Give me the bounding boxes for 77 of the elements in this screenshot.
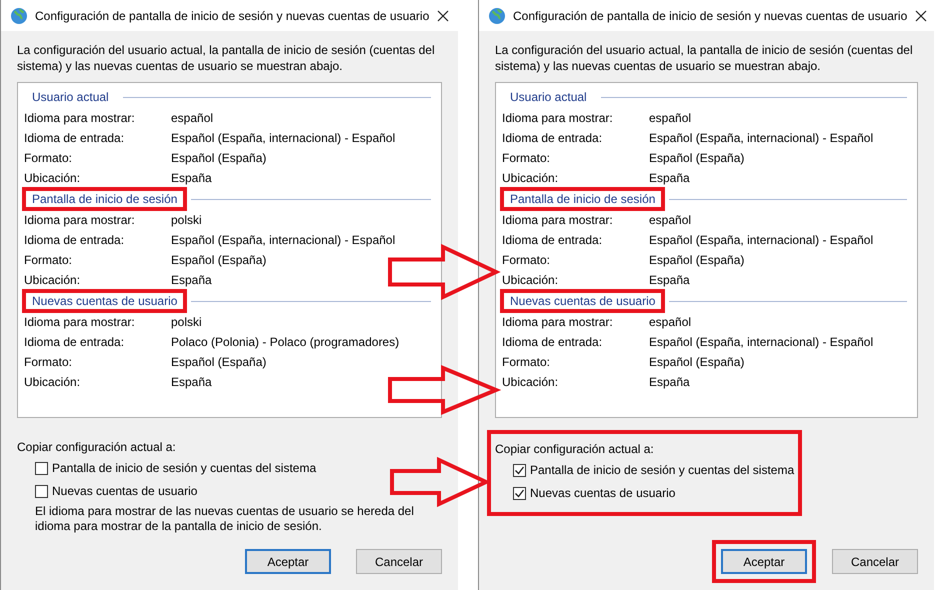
setting-value: español bbox=[649, 213, 692, 227]
checkbox[interactable] bbox=[513, 486, 526, 500]
setting-value: Español (España, internacional) - Español bbox=[649, 335, 874, 349]
setting-label: Idioma para mostrar: bbox=[24, 111, 136, 125]
setting-label: Idioma para mostrar: bbox=[502, 315, 614, 329]
setting-value: España bbox=[171, 375, 213, 389]
note-text: El idioma para mostrar de las nuevas cuentas de usuario se hereda del idioma para mostrar de la pantalla de inicio de sesión. bbox=[35, 504, 415, 534]
section-heading: Nuevas cuentas de usuario bbox=[500, 289, 666, 313]
setting-label: Idioma de entrada: bbox=[24, 335, 126, 349]
section-heading: Pantalla de inicio de sesión bbox=[22, 187, 188, 211]
setting-label: Idioma de entrada: bbox=[502, 335, 604, 349]
setting-label: Idioma para mostrar: bbox=[502, 111, 614, 125]
setting-value: España bbox=[649, 375, 691, 389]
checkbox[interactable] bbox=[513, 464, 526, 476]
setting-value: Español (España) bbox=[649, 151, 746, 165]
globe-icon bbox=[489, 8, 505, 24]
setting-value: Español (España) bbox=[171, 253, 268, 267]
section-heading: Usuario actual bbox=[509, 89, 588, 106]
window-title: Configuración de pantalla de inicio de sesión y nuevas cuentas de usuario bbox=[513, 8, 908, 22]
setting-label: Formato: bbox=[24, 151, 74, 165]
cancel-button[interactable]: Cancelar bbox=[832, 549, 918, 574]
section-heading: Usuario actual bbox=[31, 89, 110, 106]
setting-value: Polaco (Polonia) - Polaco (programadores) bbox=[171, 335, 400, 349]
section-heading: Nuevas cuentas de usuario bbox=[22, 289, 188, 313]
window-title: Configuración de pantalla de inicio de sesión y nuevas cuentas de usuario bbox=[35, 8, 430, 22]
setting-value: Español (España, internacional) - Español bbox=[649, 233, 874, 247]
checkbox[interactable] bbox=[35, 462, 48, 474]
accept-button[interactable]: Aceptar bbox=[245, 549, 331, 574]
setting-value: España bbox=[649, 273, 691, 287]
setting-value: español bbox=[649, 111, 692, 125]
setting-value: Español (España, internacional) - Español bbox=[649, 131, 874, 145]
checkbox-option[interactable]: Pantalla de inicio de sesión y cuentas del sistema bbox=[513, 461, 794, 479]
setting-label: Idioma para mostrar: bbox=[24, 213, 136, 227]
setting-label: Formato: bbox=[502, 355, 552, 369]
accept-button[interactable]: Aceptar bbox=[721, 549, 807, 574]
copy-label: Copiar configuración actual a: bbox=[17, 440, 177, 454]
cancel-button[interactable]: Cancelar bbox=[356, 549, 442, 574]
setting-label: Formato: bbox=[502, 151, 552, 165]
setting-label: Idioma para mostrar: bbox=[24, 315, 136, 329]
setting-value: polski bbox=[171, 315, 203, 329]
setting-value: Español (España) bbox=[649, 253, 746, 267]
setting-label: Idioma de entrada: bbox=[24, 233, 126, 247]
setting-value: español bbox=[171, 111, 214, 125]
checkbox-option[interactable]: Pantalla de inicio de sesión y cuentas del sistema bbox=[35, 459, 442, 477]
setting-value: España bbox=[171, 171, 213, 185]
copy-label: Copiar configuración actual a: bbox=[495, 442, 655, 456]
description-text: La configuración del usuario actual, la pantalla de inicio de sesión (cuentas del sistema) y las nuevas cuentas de usuario se muestran abajo. bbox=[495, 42, 914, 74]
checkbox[interactable] bbox=[35, 484, 48, 498]
close-icon[interactable] bbox=[915, 10, 928, 22]
setting-label: Ubicación: bbox=[502, 375, 560, 389]
setting-label: Idioma de entrada: bbox=[502, 131, 604, 145]
setting-label: Formato: bbox=[24, 253, 74, 267]
setting-value: España bbox=[171, 273, 213, 287]
setting-label: Ubicación: bbox=[24, 273, 82, 287]
setting-label: Formato: bbox=[24, 355, 74, 369]
globe-icon bbox=[11, 8, 27, 24]
setting-value: Español (España, internacional) - Español bbox=[171, 233, 396, 247]
section-heading: Pantalla de inicio de sesión bbox=[500, 187, 666, 211]
setting-label: Ubicación: bbox=[502, 171, 560, 185]
description-text: La configuración del usuario actual, la pantalla de inicio de sesión (cuentas del sistema) y las nuevas cuentas de usuario se muestran abajo. bbox=[17, 42, 436, 74]
setting-value: español bbox=[649, 315, 692, 329]
setting-value: Español (España) bbox=[171, 151, 268, 165]
setting-label: Idioma de entrada: bbox=[502, 233, 604, 247]
setting-value: Español (España, internacional) - Español bbox=[171, 131, 396, 145]
setting-value: Español (España) bbox=[649, 355, 746, 369]
close-icon[interactable] bbox=[437, 10, 450, 22]
checkbox-option[interactable]: Nuevas cuentas de usuario bbox=[35, 482, 442, 500]
setting-label: Formato: bbox=[502, 253, 552, 267]
setting-label: Ubicación: bbox=[24, 171, 82, 185]
setting-label: Idioma de entrada: bbox=[24, 131, 126, 145]
setting-label: Idioma para mostrar: bbox=[502, 213, 614, 227]
checkbox-option[interactable]: Nuevas cuentas de usuario bbox=[513, 484, 794, 502]
setting-value: Español (España) bbox=[171, 355, 268, 369]
setting-label: Ubicación: bbox=[502, 273, 560, 287]
setting-value: España bbox=[649, 171, 691, 185]
setting-label: Ubicación: bbox=[24, 375, 82, 389]
setting-value: polski bbox=[171, 213, 203, 227]
